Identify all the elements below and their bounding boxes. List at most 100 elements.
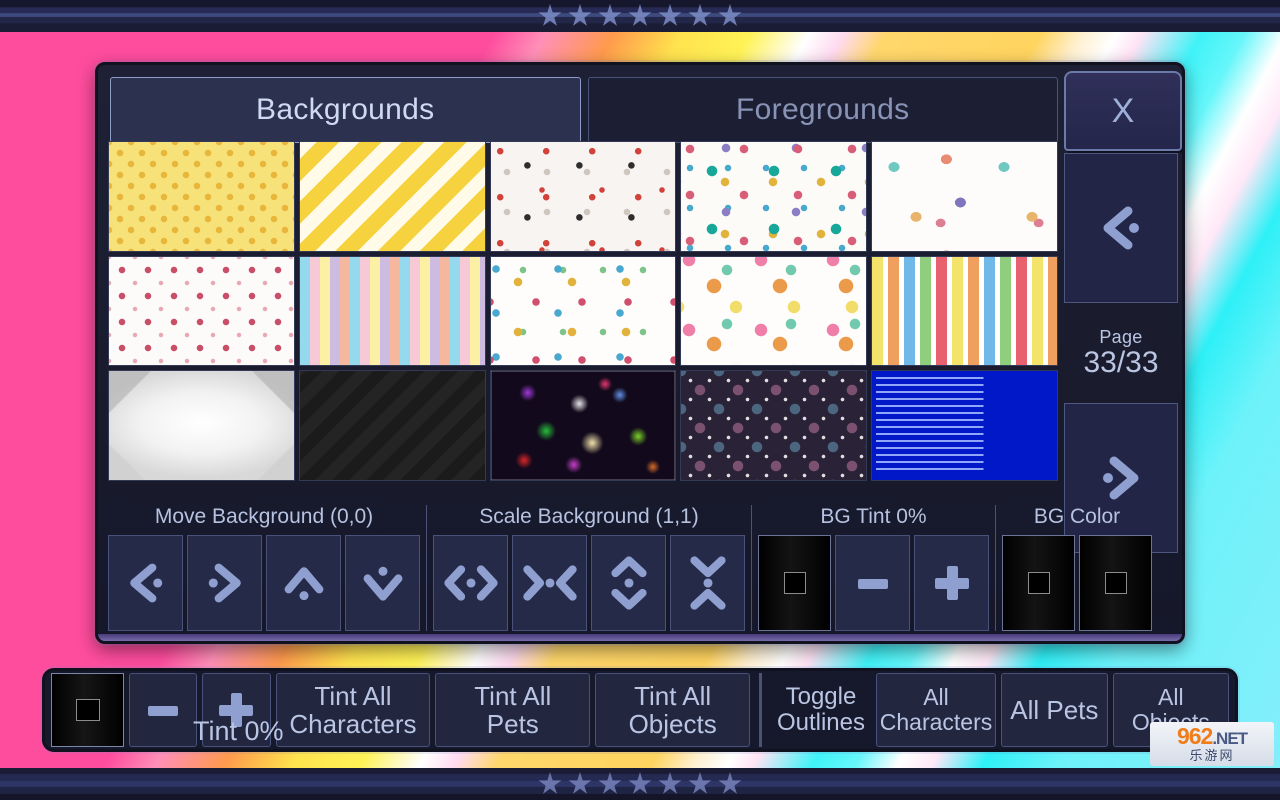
- global-tint-decrease-button[interactable]: [129, 673, 197, 747]
- outline-all-pets-label: All Pets: [1010, 696, 1098, 724]
- dark-diagonal-stripes-thumbnail[interactable]: [299, 370, 486, 481]
- tint-all-objects-button[interactable]: Tint All Objects: [595, 673, 750, 747]
- move-up-button[interactable]: [266, 535, 341, 631]
- scale-shorter-button[interactable]: [670, 535, 745, 631]
- bottom-star-row: [538, 768, 742, 800]
- top-decoration-bar: [0, 0, 1280, 32]
- white-room-thumbnail[interactable]: [108, 370, 295, 481]
- move-down-button[interactable]: [345, 535, 420, 631]
- tab-backgrounds[interactable]: Backgrounds: [110, 77, 581, 143]
- thumbnail-grid-container: [108, 141, 1058, 481]
- watermark-digits: 962: [1177, 723, 1212, 749]
- thumbnail-pattern: [109, 257, 294, 366]
- tint-all-pets-button[interactable]: Tint All Pets: [435, 673, 590, 747]
- yellow-polka-dot-thumbnail[interactable]: [108, 141, 295, 252]
- thumbnail-pattern: [300, 142, 485, 251]
- plus-icon: [219, 693, 253, 727]
- thumbnail-pattern: [872, 371, 1057, 480]
- move-background-title: Move Background (0,0): [108, 499, 420, 535]
- star-icon: [568, 4, 592, 28]
- thumbnail-pattern: [681, 142, 866, 251]
- bg-tint-decrease-button[interactable]: [835, 535, 910, 631]
- thumbnail-pattern: [300, 257, 485, 366]
- minus-icon: [856, 566, 890, 600]
- hearts-thumbnail[interactable]: [680, 256, 867, 367]
- watermark-primary: 962.NET: [1177, 725, 1247, 748]
- toggle-outlines-label: Toggle Outlines: [771, 684, 871, 737]
- bg-color-title: BG Color: [1002, 499, 1152, 535]
- gem-pattern-thumbnail[interactable]: [871, 141, 1058, 252]
- bg-tint-buttons: [758, 535, 989, 631]
- page-value: 33/33: [1083, 348, 1158, 378]
- colored-dots-thumbnail[interactable]: [680, 141, 867, 252]
- scale-taller-button[interactable]: [591, 535, 666, 631]
- move-left-button[interactable]: [108, 535, 183, 631]
- pink-dots-thumbnail[interactable]: [108, 256, 295, 367]
- star-icon: [598, 4, 622, 28]
- chevron-left-icon: [1090, 197, 1152, 259]
- move-background-group: Move Background (0,0): [108, 499, 420, 631]
- watermark-subtitle: 乐游网: [1189, 748, 1234, 764]
- star-icon: [658, 772, 682, 796]
- contract-horizontal-icon: [522, 555, 578, 611]
- blue-screen-thumbnail[interactable]: [871, 370, 1058, 481]
- bg-tint-group: BG Tint 0%: [758, 499, 989, 631]
- close-button[interactable]: X: [1064, 71, 1182, 151]
- star-icon: [538, 772, 562, 796]
- minus-icon: [146, 693, 180, 727]
- tab-foregrounds[interactable]: Foregrounds: [588, 77, 1059, 143]
- yellow-diagonal-stripe-thumbnail[interactable]: [299, 141, 486, 252]
- thumbnail-pattern: [491, 257, 676, 366]
- arrow-right-icon: [197, 555, 253, 611]
- tint-all-characters-button[interactable]: Tint All Characters: [276, 673, 431, 747]
- bg-color-buttons: [1002, 535, 1152, 631]
- star-icon: [688, 772, 712, 796]
- bg-tint-increase-button[interactable]: [914, 535, 989, 631]
- controls-divider-3: [995, 505, 996, 631]
- game-screen: Backgrounds Foregrounds P: [0, 0, 1280, 800]
- global-tint-increase-button[interactable]: [202, 673, 270, 747]
- thumbnail-pattern: [491, 371, 676, 480]
- bg-color-swatch-primary[interactable]: [1002, 535, 1075, 631]
- dark-floral-pattern-thumbnail[interactable]: [680, 370, 867, 481]
- star-icon: [658, 4, 682, 28]
- thumbnail-pattern: [681, 371, 866, 480]
- tint-all-pets-label: Tint All Pets: [474, 682, 551, 738]
- scale-wider-button[interactable]: [433, 535, 508, 631]
- controls-divider-1: [426, 505, 427, 631]
- outline-all-pets-button[interactable]: All Pets: [1001, 673, 1108, 747]
- toolbar-divider: [759, 673, 762, 747]
- confetti-dots-thumbnail[interactable]: [490, 256, 677, 367]
- star-icon: [688, 4, 712, 28]
- star-icon: [598, 772, 622, 796]
- move-background-buttons: [108, 535, 420, 631]
- background-controls: Move Background (0,0): [108, 499, 1178, 631]
- global-toolbar: Tint 0% Tint All Characters Tint All Pet…: [42, 668, 1238, 752]
- bokeh-lights-thumbnail[interactable]: [490, 370, 677, 481]
- previous-page-button[interactable]: [1064, 153, 1178, 303]
- close-button-label: X: [1112, 92, 1135, 131]
- thumbnail-grid: [108, 141, 1058, 481]
- outline-all-characters-button[interactable]: All Characters: [876, 673, 996, 747]
- triangle-confetti-thumbnail[interactable]: [490, 141, 677, 252]
- swatch-inner-square: [1105, 572, 1127, 594]
- scale-background-buttons: [433, 535, 745, 631]
- star-icon: [568, 772, 592, 796]
- scale-narrower-button[interactable]: [512, 535, 587, 631]
- bottom-decoration-bar: [0, 768, 1280, 800]
- global-tint-color-swatch[interactable]: [51, 673, 124, 747]
- swatch-inner-square: [76, 699, 100, 721]
- page-indicator: Page 33/33: [1064, 303, 1178, 403]
- rainbow-vertical-stripes-thumbnail[interactable]: [871, 256, 1058, 367]
- contract-vertical-icon: [680, 555, 736, 611]
- panel-bottom-accent: [98, 634, 1182, 641]
- pastel-triangles-thumbnail[interactable]: [299, 256, 486, 367]
- tint-all-characters-label: Tint All Characters: [289, 682, 416, 738]
- bg-color-swatch-secondary[interactable]: [1079, 535, 1152, 631]
- tab-foregrounds-label: Foregrounds: [736, 93, 909, 127]
- bg-tint-color-swatch[interactable]: [758, 535, 831, 631]
- move-right-button[interactable]: [187, 535, 262, 631]
- thumbnail-pattern: [872, 142, 1057, 251]
- plus-icon: [935, 566, 969, 600]
- page-navigation: Page 33/33: [1064, 153, 1178, 553]
